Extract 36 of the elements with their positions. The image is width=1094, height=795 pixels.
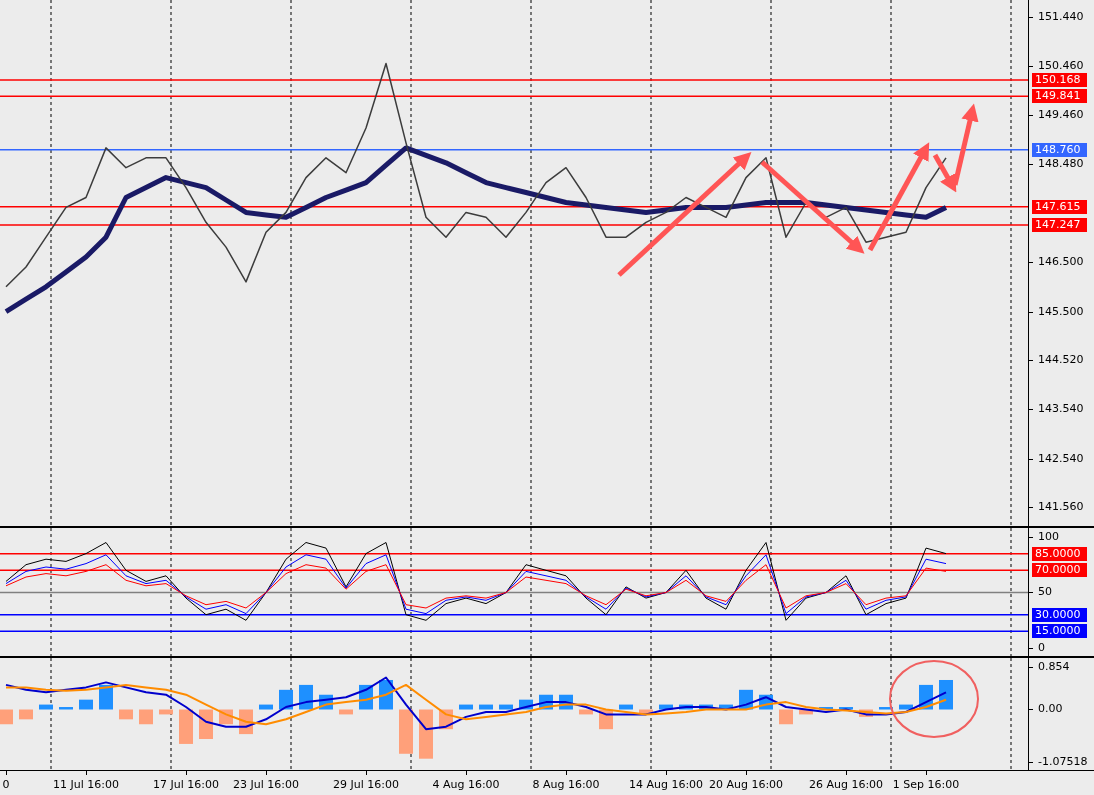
axis-label: 144.520 bbox=[1038, 353, 1084, 368]
price-label: 15.0000 bbox=[1032, 624, 1087, 639]
price-label: 148.760 bbox=[1032, 142, 1087, 157]
axis-label: 151.440 bbox=[1038, 9, 1084, 24]
axis-label: 148.480 bbox=[1038, 156, 1084, 171]
price-label: 85.0000 bbox=[1032, 546, 1087, 561]
axis-label: 149.460 bbox=[1038, 108, 1084, 123]
axis-label: 0.854 bbox=[1038, 660, 1070, 675]
axis-label: 145.500 bbox=[1038, 304, 1084, 319]
axis-label: 143.540 bbox=[1038, 401, 1084, 416]
price-label: 30.0000 bbox=[1032, 607, 1087, 622]
axis-label: 0 bbox=[2, 778, 10, 792]
axis-label: 23 Jul 16:00 bbox=[233, 778, 299, 792]
axis-label: 0.00 bbox=[1038, 702, 1063, 717]
axis-label: 8 Aug 16:00 bbox=[532, 778, 600, 792]
axis-label: 17 Jul 16:00 bbox=[153, 778, 219, 792]
axis-label: 150.460 bbox=[1038, 58, 1084, 73]
axis-label: 141.560 bbox=[1038, 500, 1084, 515]
price-label: 150.168 bbox=[1032, 73, 1087, 87]
axis-label: 14 Aug 16:00 bbox=[628, 778, 704, 792]
axis-label: 142.540 bbox=[1038, 451, 1084, 466]
axis-label: 146.500 bbox=[1038, 255, 1084, 269]
axis-label: 29 Jul 16:00 bbox=[333, 778, 399, 792]
axis-label: 26 Aug 16:00 bbox=[808, 778, 884, 792]
price-label: 147.615 bbox=[1032, 199, 1087, 214]
axis-label: 50 bbox=[1038, 585, 1052, 600]
axis-label: 11 Jul 16:00 bbox=[53, 778, 119, 792]
axis-label: 0 bbox=[1038, 641, 1045, 655]
axis-label: 100 bbox=[1038, 530, 1059, 544]
price-label: 147.247 bbox=[1032, 217, 1087, 232]
axis-label: 1 Sep 16:00 bbox=[892, 778, 960, 792]
axis-label: 20 Aug 16:00 bbox=[708, 778, 784, 792]
axis-label: -1.07518 bbox=[1038, 755, 1088, 769]
price-label: 149.841 bbox=[1032, 89, 1087, 104]
price-label: 70.0000 bbox=[1032, 563, 1087, 578]
axis-label: 4 Aug 16:00 bbox=[432, 778, 500, 792]
